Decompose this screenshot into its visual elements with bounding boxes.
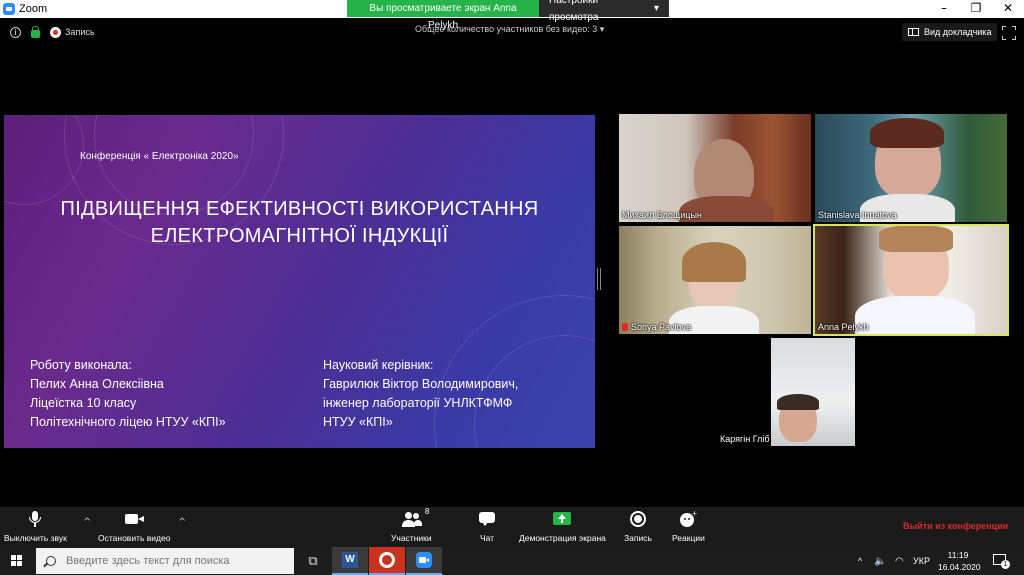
zoom-app-icon — [416, 552, 432, 568]
speaker-view-button[interactable]: Вид докладчика — [902, 23, 998, 41]
record-button[interactable]: Запись — [624, 511, 652, 543]
leave-meeting-button[interactable]: Выйти из конференции — [903, 521, 1008, 531]
emoji-reaction-icon: + — [679, 509, 697, 527]
task-view-icon[interactable]: ⧉ — [295, 547, 331, 575]
participant-name: Карягін Гліб — [720, 434, 770, 444]
speaker-view-label: Вид докладчика — [924, 27, 992, 37]
close-button[interactable]: ✕ — [992, 0, 1024, 18]
mute-button[interactable]: Выключить звук — [4, 511, 67, 543]
reactions-button[interactable]: + Реакции — [672, 509, 705, 543]
taskbar-search-box[interactable] — [36, 548, 294, 574]
meeting-info-bar: i Запись Общее количество участников без… — [0, 18, 1024, 46]
screen-share-banner: Вы просматриваете экран Anna Pelykh Наст… — [347, 0, 669, 31]
mic-muted-icon — [622, 323, 628, 331]
video-options-caret-icon[interactable]: ^ — [178, 517, 186, 528]
keyboard-language-indicator[interactable]: УКР — [913, 547, 930, 575]
video-camera-icon — [125, 511, 145, 527]
taskbar-word-app[interactable]: W — [332, 547, 368, 575]
slide-conference-label: Конференція « Електроніка 2020» — [80, 151, 239, 162]
zoom-logo-icon — [3, 3, 15, 15]
share-screen-icon — [553, 511, 572, 527]
view-layout-icon — [908, 28, 919, 36]
non-video-participants-toggle[interactable]: Общее количество участников без видео: 3… — [415, 24, 604, 35]
view-options-button[interactable]: Настройки просмотра ▾ — [539, 0, 669, 23]
tray-overflow-icon[interactable]: ^ — [858, 547, 862, 575]
participant-name: Sonya Pavlova — [622, 322, 691, 332]
opera-icon — [379, 552, 395, 568]
chat-button[interactable]: Чат — [478, 511, 496, 543]
zoom-window: Zoom Вы просматриваете экран Anna Pelykh… — [0, 0, 1024, 575]
recording-icon — [50, 27, 61, 38]
video-tile[interactable]: Sonya Pavlova — [619, 226, 811, 334]
slide-author-block: Роботу виконала: Пелих Анна Олексіівна Л… — [30, 358, 226, 429]
microphone-icon — [26, 511, 44, 527]
meeting-toolbar: Выключить звук ^ Остановить видео ^ 8 Уч… — [0, 507, 1024, 547]
minimize-button[interactable]: – — [928, 0, 960, 18]
participant-name: Stanislava Innatova — [818, 210, 897, 220]
encryption-lock-icon[interactable] — [31, 26, 40, 38]
maximize-button[interactable]: ❐ — [960, 0, 992, 18]
search-icon — [46, 556, 56, 566]
recording-label: Запись — [65, 27, 95, 37]
windows-start-icon[interactable] — [11, 555, 23, 567]
taskbar-opera-app[interactable] — [369, 547, 405, 575]
wifi-icon[interactable]: ◠ — [895, 547, 904, 575]
audio-options-caret-icon[interactable]: ^ — [83, 517, 91, 528]
chat-bubble-icon — [478, 511, 496, 527]
record-icon — [629, 511, 647, 527]
participants-count-badge: 8 — [424, 507, 430, 516]
word-icon: W — [342, 552, 358, 568]
notifications-count-badge: 1 — [1001, 560, 1010, 569]
taskbar-clock[interactable]: 11:19 16.04.2020 — [938, 549, 981, 573]
participant-name: Михаил Блощицын — [622, 210, 702, 220]
window-title: Zoom — [19, 3, 48, 15]
panel-resize-handle[interactable] — [597, 268, 601, 290]
video-tile[interactable]: Stanislava Innatova — [815, 114, 1007, 222]
slide-title: ПІДВИЩЕННЯ ЕФЕКТИВНОСТІ ВИКОРИСТАННЯ ЕЛЕ… — [60, 198, 539, 247]
video-tile[interactable]: Михаил Блощицын — [619, 114, 811, 222]
chevron-down-icon: ▾ — [653, 3, 659, 14]
video-tile-active-speaker[interactable]: Anna Pelykh — [813, 224, 1009, 336]
volume-icon[interactable]: 🔈 — [874, 547, 886, 575]
taskbar-search-input[interactable] — [66, 555, 286, 567]
shared-screen-slide: Конференція « Електроніка 2020» ПІДВИЩЕН… — [4, 115, 595, 448]
slide-advisor-block: Науковий керівник: Гаврилюк Віктор Волод… — [323, 358, 519, 429]
share-screen-button[interactable]: Демонстрация экрана — [519, 511, 606, 543]
meeting-info-icon[interactable]: i — [10, 27, 21, 38]
participants-icon: 8 — [402, 507, 429, 527]
windows-taskbar: ⧉ W ^ 🔈 ◠ УКР 11:19 16.04.2020 1 — [0, 547, 1024, 575]
notifications-icon[interactable]: 1 — [993, 554, 1010, 569]
stop-video-button[interactable]: Остановить видео — [98, 511, 170, 543]
video-tile[interactable]: Карягін Гліб — [717, 338, 909, 446]
viewing-screen-label: Вы просматриваете экран Anna Pelykh — [347, 0, 539, 31]
taskbar-zoom-app[interactable] — [406, 547, 442, 575]
participants-button[interactable]: 8 Участники — [391, 507, 432, 543]
participant-name: Anna Pelykh — [818, 322, 869, 332]
window-controls: – ❐ ✕ — [928, 0, 1024, 18]
fullscreen-icon[interactable] — [1002, 26, 1016, 40]
